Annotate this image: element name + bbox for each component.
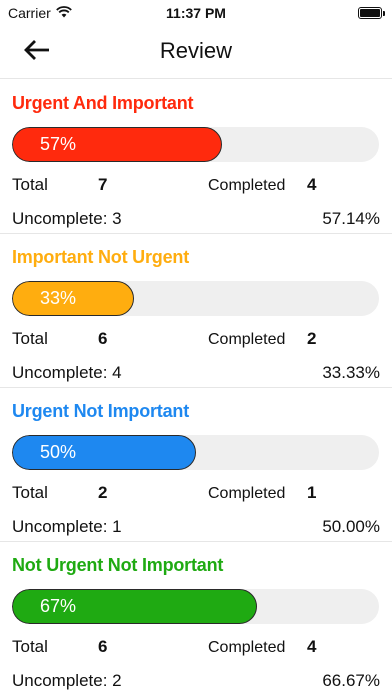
page-title: Review xyxy=(159,38,233,63)
section-title: Important Not Urgent xyxy=(12,247,189,267)
percent-value: 33.33% xyxy=(322,363,380,382)
percent-value: 57.14% xyxy=(322,209,380,228)
total-label: Total xyxy=(12,329,48,348)
uncomplete-label: Uncomplete: xyxy=(12,363,113,382)
progress-label: 33% xyxy=(40,288,77,308)
status-time: 11:37 PM xyxy=(166,5,226,21)
section-title: Not Urgent Not Important xyxy=(12,555,224,575)
uncomplete-label: Uncomplete: xyxy=(12,209,113,228)
uncomplete-text: Uncomplete: 3 xyxy=(12,209,122,229)
completed-value: 4 xyxy=(307,175,317,194)
uncomplete-text: Uncomplete: 2 xyxy=(12,671,122,691)
total-value: 6 xyxy=(98,637,108,656)
percent-value: 66.67% xyxy=(322,671,380,690)
progress-bar: 33% xyxy=(12,281,379,316)
progress-label: 67% xyxy=(40,596,77,616)
status-bar: Carrier 11:37 PM xyxy=(0,0,392,26)
section-urgent-not-important: Urgent Not Important 50% Total 2 Complet… xyxy=(0,387,392,542)
total-label: Total xyxy=(12,637,48,656)
uncomplete-value: 3 xyxy=(112,209,122,228)
completed-value: 2 xyxy=(307,329,317,348)
total-value: 6 xyxy=(98,329,108,348)
percent-value: 50.00% xyxy=(322,517,380,536)
section-title: Urgent And Important xyxy=(12,93,194,113)
uncomplete-text: Uncomplete: 1 xyxy=(12,517,122,537)
uncomplete-label: Uncomplete: xyxy=(12,517,113,536)
total-label: Total xyxy=(12,175,48,194)
section-not-urgent-not-important: Not Urgent Not Important 67% Total 6 Com… xyxy=(0,541,392,695)
progress-bar: 67% xyxy=(12,589,379,624)
uncomplete-label: Uncomplete: xyxy=(12,671,113,690)
navigation-bar: Review xyxy=(0,26,392,79)
progress-bar: 57% xyxy=(12,127,379,162)
progress-label: 57% xyxy=(40,134,77,154)
total-label: Total xyxy=(12,483,48,502)
progress-bar: 50% xyxy=(12,435,379,470)
section-title: Urgent Not Important xyxy=(12,401,189,421)
total-value: 2 xyxy=(98,483,108,502)
uncomplete-value: 4 xyxy=(112,363,122,382)
total-value: 7 xyxy=(98,175,108,194)
uncomplete-text: Uncomplete: 4 xyxy=(12,363,122,383)
section-important-not-urgent: Important Not Urgent 33% Total 6 Complet… xyxy=(0,233,392,388)
completed-value: 1 xyxy=(307,483,317,502)
uncomplete-value: 1 xyxy=(112,517,122,536)
battery-icon xyxy=(358,7,385,19)
completed-value: 4 xyxy=(307,637,317,656)
completed-label: Completed xyxy=(208,485,286,502)
uncomplete-value: 2 xyxy=(112,671,122,690)
completed-label: Completed xyxy=(208,177,286,194)
section-urgent-important: Urgent And Important 57% Total 7 Complet… xyxy=(0,79,392,234)
completed-label: Completed xyxy=(208,331,286,348)
completed-label: Completed xyxy=(208,639,286,656)
progress-label: 50% xyxy=(40,442,77,462)
